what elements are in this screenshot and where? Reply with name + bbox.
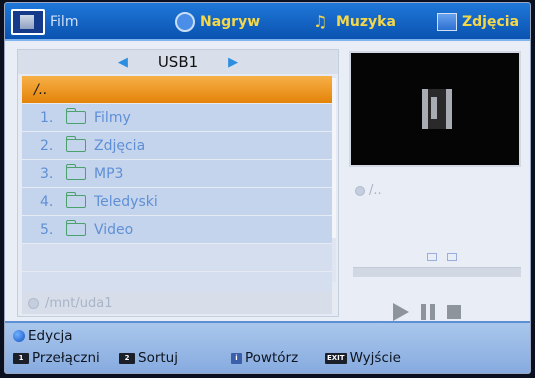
disc-icon	[28, 297, 39, 309]
hint-edit-label: Edycja	[28, 328, 73, 344]
info-key-icon: i	[231, 352, 242, 364]
item-name: Video	[94, 221, 134, 238]
scrollbar-thumb[interactable]	[332, 78, 336, 238]
tab-muzyka[interactable]: ♫ Muzyka	[313, 10, 396, 34]
folder-icon	[447, 253, 457, 261]
list-item[interactable]: 2. Zdjęcia	[22, 132, 332, 159]
help-bar: Edycja 1 Przełączni 2 Sortuj i Powtórz E…	[5, 321, 530, 373]
film-strip-icon	[422, 89, 452, 129]
folder-icon	[65, 164, 86, 180]
preview-path: /..	[355, 183, 382, 198]
record-icon	[175, 12, 195, 32]
list-item[interactable]: 5. Video	[22, 216, 332, 243]
media-player-screen: Film Nagryw ♫ Muzyka Zdjęcia ◀ USB1 ▶ /.…	[4, 2, 531, 374]
arrow-left-icon[interactable]: ◀	[118, 55, 128, 70]
blue-button-icon	[13, 330, 25, 342]
folder-icon	[65, 192, 86, 208]
hint-exit[interactable]: EXIT Wyjście	[325, 350, 401, 366]
item-index: 2.	[40, 137, 54, 154]
hint-repeat-label: Powtórz	[245, 350, 299, 366]
item-index: 3.	[40, 165, 54, 182]
preview-mini-icons	[427, 253, 457, 261]
playback-progress-bar[interactable]	[353, 267, 521, 277]
current-path: /mnt/uda1	[45, 295, 113, 311]
item-name: Zdjęcia	[94, 137, 146, 154]
file-browser: ◀ USB1 ▶ /.. 1. Filmy 2. Zdjęcia 3. MP3	[17, 49, 339, 317]
repeat-icon	[427, 253, 437, 261]
folder-icon	[65, 108, 86, 124]
disc-icon	[355, 185, 365, 196]
hint-switch[interactable]: 1 Przełączni	[13, 350, 100, 366]
key-1-icon: 1	[13, 352, 29, 364]
item-name: MP3	[94, 165, 124, 182]
hint-sort-label: Sortuj	[138, 350, 178, 366]
playback-controls	[393, 303, 461, 321]
list-item[interactable]: 3. MP3	[22, 160, 332, 187]
hint-exit-label: Wyjście	[349, 350, 401, 366]
tab-zdjecia-label: Zdjęcia	[462, 14, 520, 30]
tab-muzyka-label: Muzyka	[336, 14, 396, 30]
tab-nagryw-label: Nagryw	[200, 14, 261, 30]
parent-dir-label: /..	[34, 81, 48, 98]
tab-nagryw[interactable]: Nagryw	[175, 10, 260, 34]
device-label: USB1	[157, 53, 199, 71]
list-item-empty	[22, 244, 332, 271]
preview-window	[349, 51, 521, 167]
photo-icon	[437, 13, 457, 31]
tab-film[interactable]: Film	[11, 9, 79, 35]
list-item-parent[interactable]: /..	[22, 76, 332, 103]
list-item[interactable]: 1. Filmy	[22, 104, 332, 131]
key-2-icon: 2	[119, 352, 135, 364]
folder-icon	[65, 220, 86, 236]
media-tab-bar: Film Nagryw ♫ Muzyka Zdjęcia	[5, 3, 530, 41]
list-item[interactable]: 4. Teledyski	[22, 188, 332, 215]
item-index: 5.	[40, 221, 54, 238]
item-name: Teledyski	[94, 193, 158, 210]
tab-film-label: Film	[50, 14, 79, 30]
hint-repeat[interactable]: i Powtórz	[231, 350, 298, 366]
item-name: Filmy	[94, 109, 131, 126]
current-path-bar: /mnt/uda1	[22, 292, 332, 314]
device-selector[interactable]: ◀ USB1 ▶	[18, 50, 338, 74]
item-index: 1.	[40, 109, 54, 126]
folder-icon	[65, 136, 86, 152]
file-list: /.. 1. Filmy 2. Zdjęcia 3. MP3 4. Teledy…	[22, 76, 332, 300]
preview-path-label: /..	[369, 183, 382, 198]
film-icon	[11, 9, 45, 35]
tab-zdjecia[interactable]: Zdjęcia	[437, 10, 519, 34]
music-icon: ♫	[313, 12, 328, 31]
stop-icon[interactable]	[447, 305, 461, 319]
hint-switch-label: Przełączni	[32, 350, 100, 366]
arrow-right-icon[interactable]: ▶	[228, 55, 238, 70]
pause-icon[interactable]	[421, 304, 435, 320]
exit-key-icon: EXIT	[325, 352, 347, 364]
hint-sort[interactable]: 2 Sortuj	[119, 350, 178, 366]
play-icon[interactable]	[393, 303, 409, 321]
hint-edit[interactable]: Edycja	[13, 328, 73, 344]
item-index: 4.	[40, 193, 54, 210]
